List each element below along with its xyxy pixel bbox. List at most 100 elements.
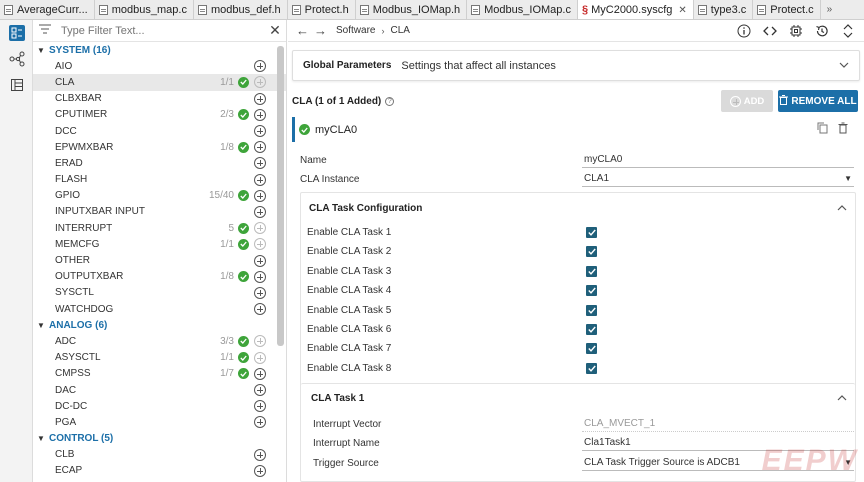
list-view-button[interactable] (0, 20, 33, 46)
info-icon[interactable] (736, 23, 752, 39)
module-item[interactable]: ASYSCTL 1/1 (33, 350, 286, 366)
editor-tab-label: Modbus_IOMap.h (372, 4, 461, 16)
add-button[interactable]: ADD (721, 90, 773, 112)
delete-icon[interactable] (838, 122, 848, 137)
add-circle-icon[interactable] (254, 367, 266, 380)
add-circle-icon[interactable] (254, 384, 266, 397)
task-enable-checkbox[interactable] (586, 265, 597, 277)
task-enable-checkbox[interactable] (586, 304, 597, 316)
module-name: ADC (55, 335, 77, 347)
module-item[interactable]: ADC 3/3 (33, 333, 286, 349)
add-circle-icon[interactable] (254, 125, 266, 138)
editor-tab[interactable]: Modbus_IOMap.h (356, 0, 468, 19)
module-item[interactable]: CLB (33, 447, 286, 463)
device-view-button[interactable] (0, 72, 33, 98)
add-circle-icon[interactable] (254, 205, 266, 218)
module-item[interactable]: SYSCTL (33, 285, 286, 301)
global-parameters-panel[interactable]: Global Parameters Settings that affect a… (292, 50, 860, 81)
task-enable-checkbox[interactable] (586, 343, 597, 355)
module-item[interactable]: DCC (33, 123, 286, 139)
breadcrumb-software[interactable]: Software (336, 25, 375, 36)
code-view-icon[interactable] (762, 23, 778, 39)
remove-all-button[interactable]: REMOVE ALL (778, 90, 858, 112)
task-enable-checkbox[interactable] (586, 246, 597, 258)
module-item[interactable]: DAC (33, 382, 286, 398)
add-circle-icon[interactable] (254, 303, 266, 316)
module-item[interactable]: INPUTXBAR INPUT (33, 204, 286, 220)
add-circle-icon[interactable] (254, 60, 266, 73)
back-arrow-icon[interactable]: ← (296, 23, 314, 38)
module-item[interactable]: CLBXBAR (33, 91, 286, 107)
editor-tab[interactable]: Protect.h (288, 0, 356, 19)
module-item[interactable]: ECAP (33, 463, 286, 479)
help-icon[interactable]: ? (385, 96, 395, 106)
editor-tab[interactable]: Protect.c (753, 0, 821, 19)
add-circle-icon[interactable] (254, 254, 266, 267)
hierarchy-view-button[interactable] (0, 46, 33, 72)
add-circle-icon[interactable] (254, 270, 266, 283)
module-item[interactable]: MEMCFG 1/1 (33, 236, 286, 252)
tab-overflow-icon[interactable]: » (821, 0, 839, 19)
editor-tab[interactable]: type3.c (694, 0, 754, 19)
name-input[interactable]: myCLA0 (582, 152, 854, 168)
module-item[interactable]: INTERRUPT 5 (33, 220, 286, 236)
chevron-down-icon[interactable] (839, 60, 849, 71)
chevron-down-icon[interactable]: ▼ (37, 46, 47, 55)
close-icon[interactable]: ✕ (678, 5, 686, 16)
expand-icon[interactable] (840, 23, 856, 39)
module-item[interactable]: AIO (33, 58, 286, 74)
chevron-down-icon[interactable]: ▼ (37, 321, 47, 330)
add-circle-icon[interactable] (254, 189, 266, 202)
chevron-up-icon[interactable] (837, 203, 847, 214)
task-enable-checkbox[interactable] (586, 324, 597, 335)
task-enable-checkbox[interactable] (586, 362, 597, 374)
editor-tab-label: Protect.h (304, 4, 349, 16)
module-item[interactable]: CLA 1/1 (33, 74, 286, 91)
module-item[interactable]: EPWMXBAR 1/8 (33, 139, 286, 155)
module-count: 1/7 (220, 368, 234, 380)
instance-row[interactable]: myCLA0 (292, 117, 858, 142)
module-item[interactable]: OTHER (33, 252, 286, 268)
check-circle-icon (238, 190, 249, 202)
category-header[interactable]: ▼ CONTROL (5) (33, 431, 286, 447)
module-item[interactable]: CMPSS 1/7 (33, 366, 286, 382)
module-item[interactable]: ERAD (33, 155, 286, 171)
chip-settings-icon[interactable] (788, 23, 804, 39)
add-circle-icon[interactable] (254, 157, 266, 170)
task-enable-checkbox[interactable] (586, 285, 597, 297)
history-icon[interactable] (814, 23, 830, 39)
chevron-up-icon[interactable] (837, 393, 847, 404)
add-circle-icon[interactable] (254, 173, 266, 186)
sidebar-scrollbar[interactable] (277, 46, 284, 346)
add-circle-icon[interactable] (254, 141, 266, 154)
module-item[interactable]: WATCHDOG (33, 301, 286, 317)
copy-icon[interactable] (817, 122, 828, 137)
module-item[interactable]: DC-DC (33, 398, 286, 414)
add-circle-icon[interactable] (254, 108, 266, 121)
task-enable-label: Enable CLA Task 6 (307, 324, 392, 335)
module-item[interactable]: OUTPUTXBAR 1/8 (33, 269, 286, 285)
module-item[interactable]: PGA (33, 414, 286, 430)
editor-tab[interactable]: modbus_def.h (194, 0, 288, 19)
add-circle-icon[interactable] (254, 416, 266, 429)
add-circle-icon[interactable] (254, 92, 266, 105)
add-circle-icon[interactable] (254, 400, 266, 413)
editor-tab[interactable]: Modbus_IOMap.c (467, 0, 578, 19)
add-circle-icon[interactable] (254, 286, 266, 299)
editor-tab[interactable]: AverageCurr... (0, 0, 95, 19)
module-item[interactable]: FLASH (33, 172, 286, 188)
category-header[interactable]: ▼ ANALOG (6) (33, 317, 286, 333)
editor-tab[interactable]: § MyC2000.syscfg ✕ (577, 0, 694, 19)
module-item[interactable]: CPUTIMER 2/3 (33, 107, 286, 123)
clear-filter-icon[interactable]: ✕ (268, 22, 282, 39)
task-enable-checkbox[interactable] (586, 227, 597, 238)
add-circle-icon[interactable] (254, 448, 266, 461)
add-circle-icon[interactable] (254, 464, 266, 477)
filter-input[interactable] (61, 24, 262, 37)
module-item[interactable]: GPIO 15/40 (33, 188, 286, 204)
cla-instance-select[interactable]: CLA1 ▼ (582, 171, 854, 187)
forward-arrow-icon[interactable]: → (314, 23, 332, 38)
chevron-down-icon[interactable]: ▼ (37, 434, 47, 443)
category-header[interactable]: ▼ SYSTEM (16) (33, 42, 286, 58)
editor-tab[interactable]: modbus_map.c (95, 0, 194, 19)
